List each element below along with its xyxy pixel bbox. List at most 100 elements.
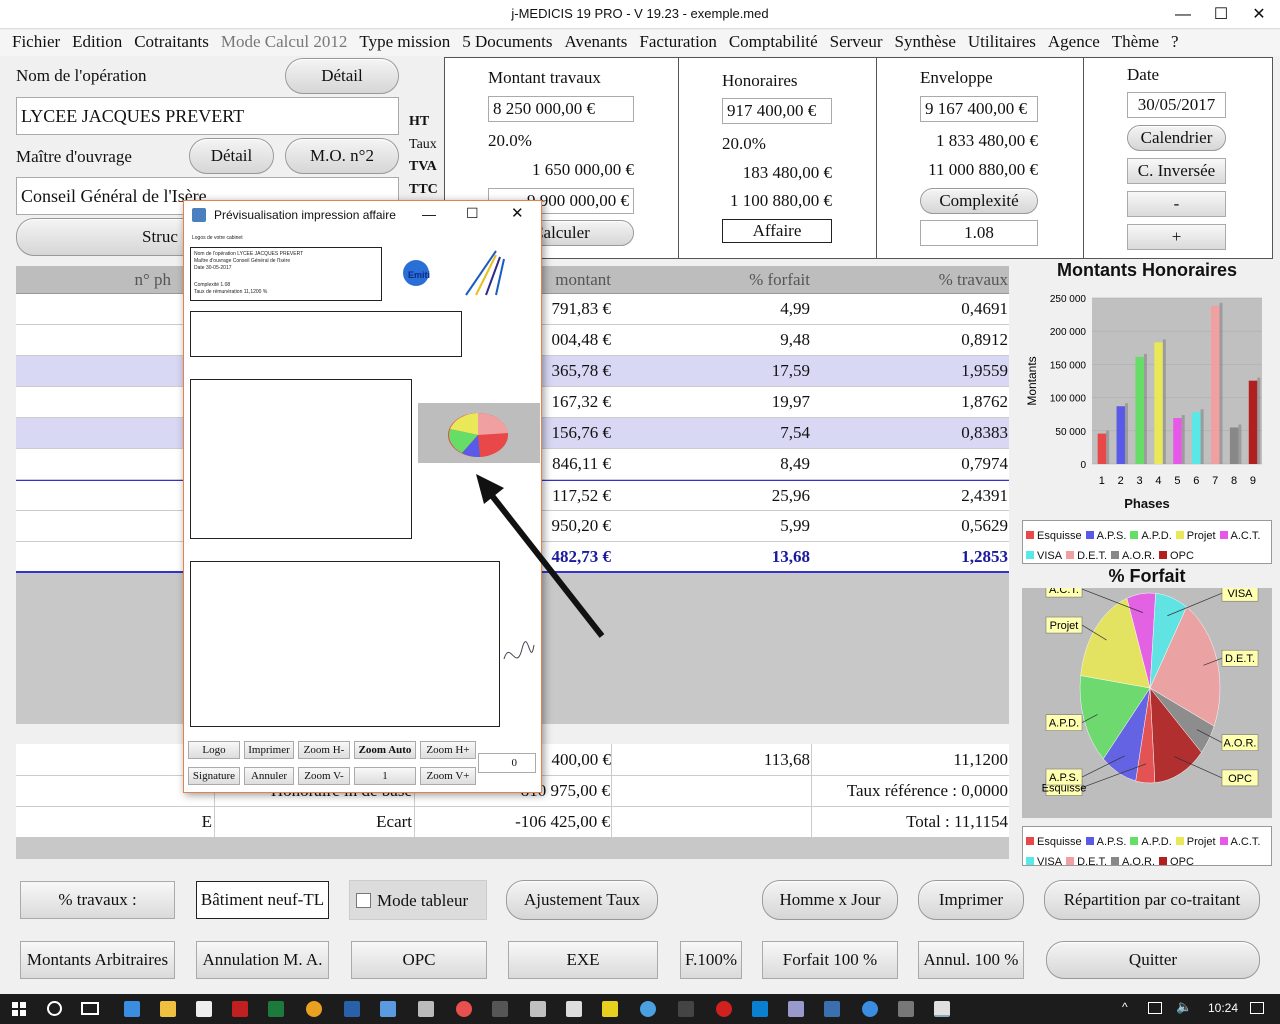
operation-name-field[interactable]: LYCEE JACQUES PREVERT (16, 97, 399, 135)
preview-zoom-auto-button[interactable]: Zoom Auto (354, 741, 416, 759)
imprimer-button[interactable]: Imprimer (918, 880, 1024, 920)
paint-icon[interactable] (456, 1001, 472, 1017)
preview-print-button[interactable]: Imprimer (244, 741, 294, 759)
network-icon[interactable] (1148, 1002, 1162, 1014)
menu-theme[interactable]: Thème (1106, 30, 1165, 56)
complexite-button[interactable]: Complexité (920, 188, 1038, 214)
forfait-100-button[interactable]: Forfait 100 % (762, 941, 898, 979)
homme-jour-button[interactable]: Homme x Jour (762, 880, 898, 920)
menu-type-mission[interactable]: Type mission (353, 30, 456, 56)
opera-icon[interactable] (716, 1001, 732, 1017)
date-label: Date (1127, 65, 1160, 84)
preview-zoom-h-plus-button[interactable]: Zoom H+ (420, 741, 476, 759)
exe-button[interactable]: EXE (508, 941, 658, 979)
edge-icon[interactable] (124, 1001, 140, 1017)
building-type-field[interactable]: Bâtiment neuf-TL (196, 881, 329, 919)
notepad-icon[interactable] (418, 1001, 434, 1017)
preview-zoom-v-minus-button[interactable]: Zoom V- (298, 767, 350, 785)
close-button[interactable]: ✕ (1240, 0, 1278, 29)
operation-detail-button[interactable]: Détail (285, 58, 399, 94)
preview-cancel-button[interactable]: Annuler (244, 767, 294, 785)
excel-icon[interactable] (268, 1001, 284, 1017)
explorer-icon[interactable] (160, 1001, 176, 1017)
mo2-button[interactable]: M.O. n°2 (285, 138, 399, 174)
montants-arbitraires-button[interactable]: Montants Arbitraires (20, 941, 175, 979)
annul-100-button[interactable]: Annul. 100 % (918, 941, 1024, 979)
menu-mode-calcul[interactable]: Mode Calcul 2012 (215, 30, 354, 56)
jmedicis-icon[interactable] (934, 1001, 950, 1017)
f100-button[interactable]: F.100% (680, 941, 742, 979)
menu-documents[interactable]: 5 Documents (456, 30, 558, 56)
task-view-icon[interactable] (81, 1002, 99, 1015)
volume-icon[interactable]: 🔈 (1176, 1000, 1192, 1015)
app2-icon[interactable] (530, 1001, 546, 1017)
minimize-button[interactable]: — (1164, 0, 1202, 29)
preview-signature-button[interactable]: Signature (188, 767, 240, 785)
skype-icon[interactable] (752, 1001, 768, 1017)
tva-label: TVA (409, 159, 437, 174)
menu-help[interactable]: ? (1165, 30, 1185, 56)
start-icon[interactable] (12, 1002, 26, 1016)
c-inversee-button[interactable]: C. Inversée (1127, 158, 1226, 184)
preview-title-bar: Prévisualisation impression affaire — ☐ … (184, 201, 541, 229)
minus-button[interactable]: - (1127, 191, 1226, 217)
preview-minimize-button[interactable]: — (422, 206, 436, 222)
repartition-button[interactable]: Répartition par co-traitant (1044, 880, 1260, 920)
app4-icon[interactable] (824, 1001, 840, 1017)
travaux-ht-field[interactable]: 8 250 000,00 € (488, 96, 634, 122)
honoraires-ht-field[interactable]: 917 400,00 € (722, 98, 832, 124)
pct-travaux-button[interactable]: % travaux : (20, 881, 175, 919)
preview-page-spinner[interactable]: 0 (478, 753, 536, 773)
menu-agence[interactable]: Agence (1042, 30, 1106, 56)
chevron-up-icon[interactable]: ^ (1122, 1000, 1128, 1014)
menu-synthese[interactable]: Synthèse (889, 30, 962, 56)
calendrier-button[interactable]: Calendrier (1127, 125, 1226, 151)
ajustement-taux-button[interactable]: Ajustement Taux (506, 880, 658, 920)
menu-serveur[interactable]: Serveur (824, 30, 889, 56)
java-app-icon[interactable] (566, 1001, 582, 1017)
menu-fichier[interactable]: Fichier (6, 30, 66, 56)
annulation-ma-button[interactable]: Annulation M. A. (196, 941, 329, 979)
maximize-button[interactable]: ☐ (1202, 0, 1240, 29)
tool-icon[interactable] (492, 1001, 508, 1017)
notification-icon[interactable] (1250, 1002, 1264, 1014)
chrome-icon[interactable] (306, 1001, 322, 1017)
camera-icon[interactable] (678, 1001, 694, 1017)
preview-summary-table (190, 311, 462, 357)
row-travaux: 2,4391 (961, 486, 1008, 505)
menu-avenants[interactable]: Avenants (558, 30, 633, 56)
cortana-icon[interactable] (47, 1001, 62, 1016)
complexite-field[interactable]: 1.08 (920, 220, 1038, 246)
c-app-icon[interactable] (602, 1001, 618, 1017)
preview-zoom-v-plus-button[interactable]: Zoom V+ (420, 767, 476, 785)
affaire-button[interactable]: Affaire (722, 219, 832, 243)
quitter-button[interactable]: Quitter (1046, 941, 1260, 979)
checkbox-icon[interactable] (356, 893, 371, 908)
word-icon[interactable] (344, 1001, 360, 1017)
x-tick-label: 4 (1155, 475, 1161, 487)
app5-icon[interactable] (862, 1001, 878, 1017)
app3-icon[interactable] (788, 1001, 804, 1017)
opc-button[interactable]: OPC (351, 941, 487, 979)
browser-icon[interactable] (640, 1001, 656, 1017)
preview-page-field[interactable]: 1 (354, 767, 416, 785)
menu-utilitaires[interactable]: Utilitaires (962, 30, 1042, 56)
enveloppe-ht-field[interactable]: 9 167 400,00 € (920, 96, 1038, 122)
app-icon[interactable] (380, 1001, 396, 1017)
preview-maximize-button[interactable]: ☐ (466, 205, 479, 222)
filezilla-icon[interactable] (232, 1001, 248, 1017)
store-icon[interactable] (196, 1001, 212, 1017)
mode-tableur-toggle[interactable]: Mode tableur (349, 880, 487, 920)
preview-close-button[interactable]: ✕ (511, 204, 524, 222)
preview-logo-button[interactable]: Logo (188, 741, 240, 759)
date-field[interactable]: 30/05/2017 (1127, 92, 1226, 118)
menu-comptabilite[interactable]: Comptabilité (723, 30, 824, 56)
menu-edition[interactable]: Edition (66, 30, 128, 56)
owner-detail-button[interactable]: Détail (189, 138, 274, 174)
clock[interactable]: 10:24 (1208, 1001, 1238, 1015)
app6-icon[interactable] (898, 1001, 914, 1017)
menu-facturation[interactable]: Facturation (633, 30, 722, 56)
preview-zoom-h-minus-button[interactable]: Zoom H- (298, 741, 350, 759)
plus-button[interactable]: + (1127, 224, 1226, 250)
menu-cotraitants[interactable]: Cotraitants (128, 30, 215, 56)
